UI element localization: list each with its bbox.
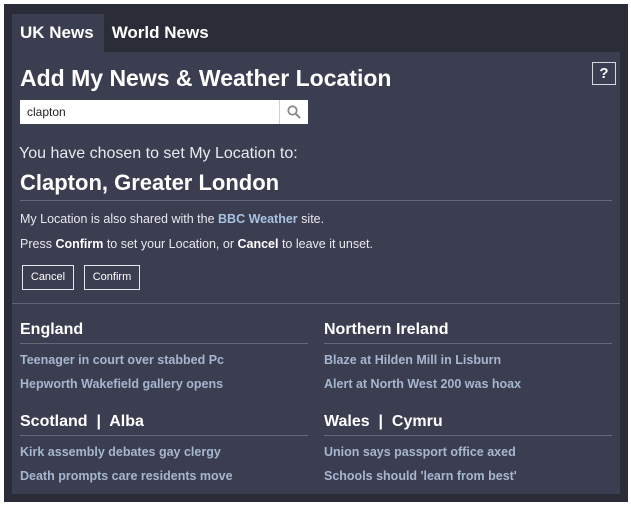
cancel-button[interactable]: Cancel xyxy=(22,265,74,290)
region-rule xyxy=(20,343,308,344)
region-title[interactable]: England xyxy=(20,319,308,341)
location-panel: ? Add My News & Weather Location You hav… xyxy=(12,52,620,494)
separator xyxy=(20,200,612,201)
instruction-text: Press xyxy=(20,237,56,251)
chosen-location-name: Clapton, Greater London xyxy=(20,170,280,195)
instruction-cancel: Cancel xyxy=(237,237,279,251)
headline-link[interactable]: Kirk assembly debates gay clergy xyxy=(20,440,308,464)
shared-text-end: site. xyxy=(297,212,325,226)
region-rule xyxy=(324,435,612,436)
help-button[interactable]: ? xyxy=(592,62,616,85)
instruction-confirm: Confirm xyxy=(55,237,104,251)
headline-link[interactable]: Blaze at Hilden Mill in Lisburn xyxy=(324,348,612,372)
news-widget: UK News World News ? Add My News & Weath… xyxy=(4,4,628,502)
region-title[interactable]: Northern Ireland xyxy=(324,319,612,341)
headline-link[interactable]: Death prompts care residents move xyxy=(20,464,308,488)
chosen-location-label: You have chosen to set My Location to: xyxy=(19,145,298,162)
region-rule xyxy=(20,435,308,436)
headline-link[interactable]: Union says passport office axed xyxy=(324,440,612,464)
search-icon xyxy=(287,105,301,119)
instruction-text-mid: to set your Location, or xyxy=(103,237,238,251)
section-divider xyxy=(12,303,620,304)
region-scotland: Scotland | Alba Kirk assembly debates ga… xyxy=(20,411,308,488)
headline-link[interactable]: Teenager in court over stabbed Pc xyxy=(20,348,308,372)
region-title[interactable]: Wales | Cymru xyxy=(324,411,612,433)
region-wales: Wales | Cymru Union says passport office… xyxy=(324,411,612,488)
instruction-text-end: to leave it unset. xyxy=(278,237,373,251)
headline-link[interactable]: Alert at North West 200 was hoax xyxy=(324,372,612,396)
headline-link[interactable]: Hepworth Wakefield gallery opens xyxy=(20,372,308,396)
tab-world-news[interactable]: World News xyxy=(104,14,219,52)
location-search xyxy=(20,100,308,124)
tab-uk-news[interactable]: UK News xyxy=(12,14,104,52)
shared-location-note: My Location is also shared with the BBC … xyxy=(20,212,324,226)
search-input[interactable] xyxy=(20,101,277,123)
confirm-instructions: Press Confirm to set your Location, or C… xyxy=(20,237,373,251)
region-england: England Teenager in court over stabbed P… xyxy=(20,319,308,396)
search-button[interactable] xyxy=(279,100,308,124)
shared-text: My Location is also shared with the xyxy=(20,212,219,226)
page-title: Add My News & Weather Location xyxy=(20,65,392,91)
bbc-weather-link[interactable]: BBC Weather xyxy=(218,212,298,226)
confirm-button[interactable]: Confirm xyxy=(84,265,140,290)
region-northern-ireland: Northern Ireland Blaze at Hilden Mill in… xyxy=(324,319,612,396)
headline-link[interactable]: Schools should 'learn from best' xyxy=(324,464,612,488)
region-rule xyxy=(324,343,612,344)
tab-bar: UK News World News xyxy=(12,14,219,52)
region-title[interactable]: Scotland | Alba xyxy=(20,411,308,433)
